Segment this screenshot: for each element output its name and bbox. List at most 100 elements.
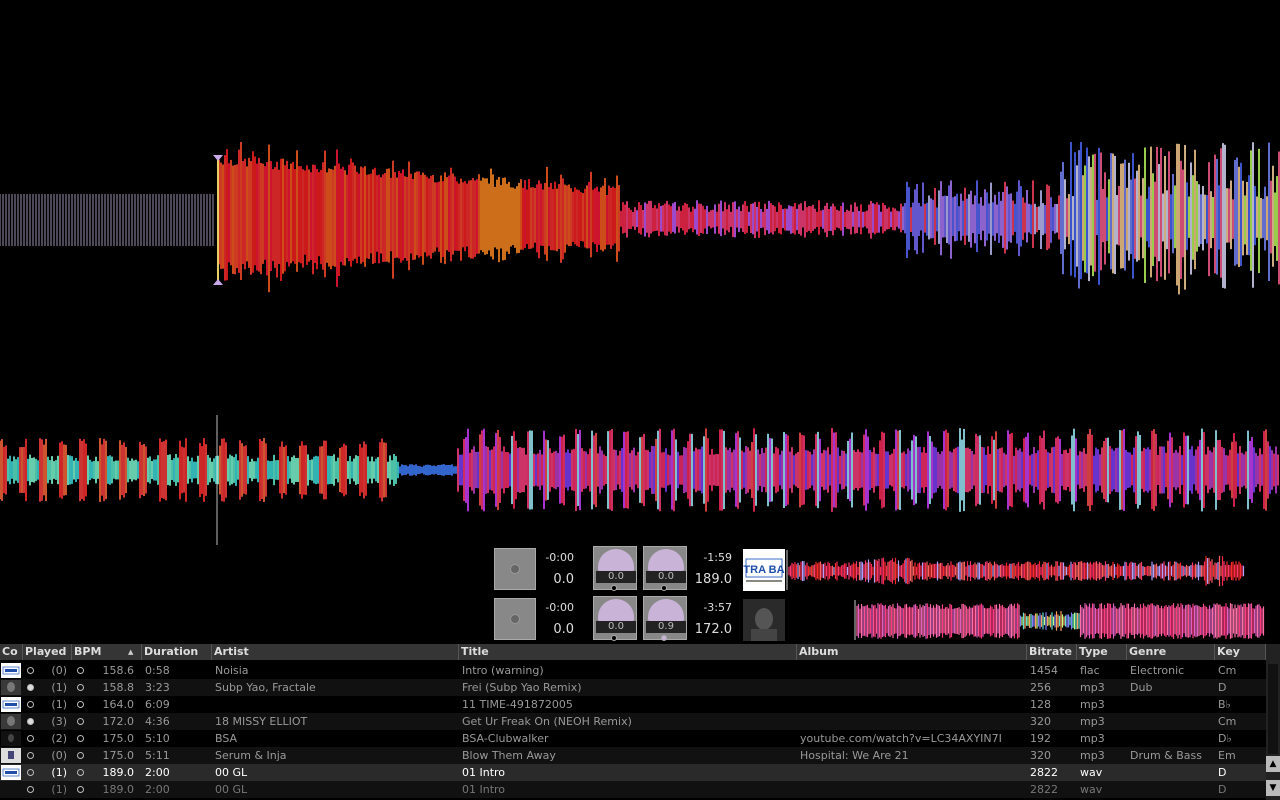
played-checkbox[interactable] [27,667,34,674]
table-row[interactable]: (3) 172.0 4:36 18 MISSY ELLIOT Get Ur Freak … [0,713,1266,730]
bitrate-cell: 320 [1030,715,1051,728]
column-header-genre[interactable]: Genre [1127,644,1215,660]
album-cell [800,662,1025,679]
bpm-lock-icon[interactable] [77,667,84,674]
played-checkbox[interactable] [27,684,34,691]
deck2-panel: -0:00 0.0 0.0 0.9 -3:57 172.0 [0,596,1280,646]
title-cell: 01 Intro [462,766,506,779]
table-row[interactable]: (0) 158.6 0:58 Noisia Intro (warning) 1454 fla… [0,662,1266,679]
artist-cell: 00 GL [215,783,248,796]
table-row[interactable]: (2) 175.0 5:10 BSA BSA-Clubwalker youtube.com… [0,730,1266,747]
deck2-overview-waveform[interactable] [785,596,1280,646]
deck1-panel: -0:00 0.0 0.0 0.0 -1:59 189.0 EXTRA BASS [0,546,1280,596]
cover-thumbnail [1,714,21,729]
column-header-duration[interactable]: Duration [142,644,212,660]
table-row[interactable]: (1) 164.0 6:09 11 TIME-491872005 128 mp3 B♭ [0,696,1266,713]
played-checkbox[interactable] [27,735,34,742]
deck2-gain-knob-right[interactable]: 0.9 [643,596,687,641]
deck1-gain-left-value: 0.0 [596,571,636,583]
column-header-bitrate[interactable]: Bitrate [1027,644,1077,660]
artist-cell: 18 MISSY ELLIOT [215,715,308,728]
deck2-vinyl-icon[interactable] [494,598,536,640]
bpm-lock-icon[interactable] [77,786,84,793]
library-scrollbar[interactable]: ▲ ▼ [1266,644,1280,800]
title-cell: 01 Intro [462,783,506,796]
cover-thumbnail [1,748,21,763]
table-row[interactable]: (1) 189.0 2:00 00 GL 01 Intro 2822 wav D [0,764,1266,781]
played-checkbox[interactable] [27,752,34,759]
table-row[interactable]: (0) 175.0 5:11 Serum & Inja Blow Them Away Ho… [0,747,1266,764]
column-header-type[interactable]: Type [1077,644,1127,660]
title-cell: Blow Them Away [462,749,556,762]
column-header-played[interactable]: Played [23,644,72,660]
scroll-down-icon[interactable]: ▼ [1266,780,1280,796]
title-cell: Frei (Subp Yao Remix) [462,681,582,694]
bpm-cell: 158.6 [102,664,135,677]
album-cell [800,696,1025,713]
bpm-lock-icon[interactable] [77,684,84,691]
deck1-remaining-time: -1:59 [703,551,732,564]
column-header-artist[interactable]: Artist [212,644,459,660]
column-header-title[interactable]: Title [459,644,797,660]
deck1-cover-text: EXTRA BASS [743,564,785,576]
table-row[interactable]: (1) 158.8 3:23 Subp Yao, Fractale Frei (Subp… [0,679,1266,696]
deck1-vinyl-icon[interactable] [494,548,536,590]
album-cell [800,764,1025,781]
played-count: (0) [51,749,67,762]
deck2-gain-knob-left[interactable]: 0.0 [593,596,637,641]
played-checkbox[interactable] [27,769,34,776]
scroll-up-icon[interactable]: ▲ [1266,756,1280,772]
bitrate-cell: 256 [1030,681,1051,694]
artist-cell: Subp Yao, Fractale [215,681,316,694]
bpm-lock-icon[interactable] [77,701,84,708]
bpm-lock-icon[interactable] [77,718,84,725]
genre-cell: Dub [1130,681,1153,694]
album-cell [800,713,1025,730]
key-cell: D [1218,681,1227,694]
bpm-cell: 175.0 [102,749,135,762]
bpm-lock-icon[interactable] [77,735,84,742]
key-cell: B♭ [1218,698,1231,711]
album-cell [800,781,1025,798]
genre-cell [1130,713,1214,730]
cover-thumbnail [1,697,21,712]
deck1-main-waveform[interactable] [0,140,1280,300]
duration-cell: 0:58 [145,664,170,677]
column-header-album[interactable]: Album [797,644,1027,660]
bpm-cell: 164.0 [102,698,135,711]
cover-thumbnail [1,765,21,780]
played-checkbox[interactable] [27,718,34,725]
table-row[interactable]: (1) 189.0 2:00 00 GL 01 Intro 2822 wav D [0,781,1266,798]
played-checkbox[interactable] [27,786,34,793]
sort-ascending-icon: ▲ [128,648,134,656]
bpm-lock-icon[interactable] [77,769,84,776]
deck1-overview-waveform[interactable] [785,546,1280,596]
deck2-remaining-time: -3:57 [703,601,732,614]
column-header-key[interactable]: Key [1215,644,1266,660]
played-checkbox[interactable] [27,701,34,708]
scrollbar-thumb[interactable] [1268,664,1278,754]
duration-cell: 2:00 [145,766,170,779]
deck2-gain-right-value: 0.9 [646,621,686,633]
column-header-co[interactable]: Co [0,644,23,660]
bpm-lock-icon[interactable] [77,752,84,759]
key-cell: D [1218,783,1227,796]
type-cell: mp3 [1080,749,1105,762]
bpm-cell: 158.8 [102,681,135,694]
deck2-elapsed-time: -0:00 [545,601,574,614]
deck1-gain-knob-right[interactable]: 0.0 [643,546,687,591]
played-count: (1) [51,681,67,694]
artist-cell: Noisia [215,664,249,677]
key-cell: Em [1218,749,1236,762]
library-header: Co Played BPM Duration Artist Title Album Bitra… [0,644,1266,660]
deck2-gain-left-value: 0.0 [596,621,636,633]
type-cell: mp3 [1080,681,1105,694]
deck1-gain-knob-left[interactable]: 0.0 [593,546,637,591]
bitrate-cell: 1454 [1030,664,1058,677]
title-cell: BSA-Clubwalker [462,732,549,745]
played-count: (1) [51,783,67,796]
deck2-main-waveform[interactable] [0,410,1280,550]
library-table[interactable]: Co Played BPM Duration Artist Title Album Bitra… [0,644,1266,800]
duration-cell: 4:36 [145,715,170,728]
artist-cell: BSA [215,732,238,745]
